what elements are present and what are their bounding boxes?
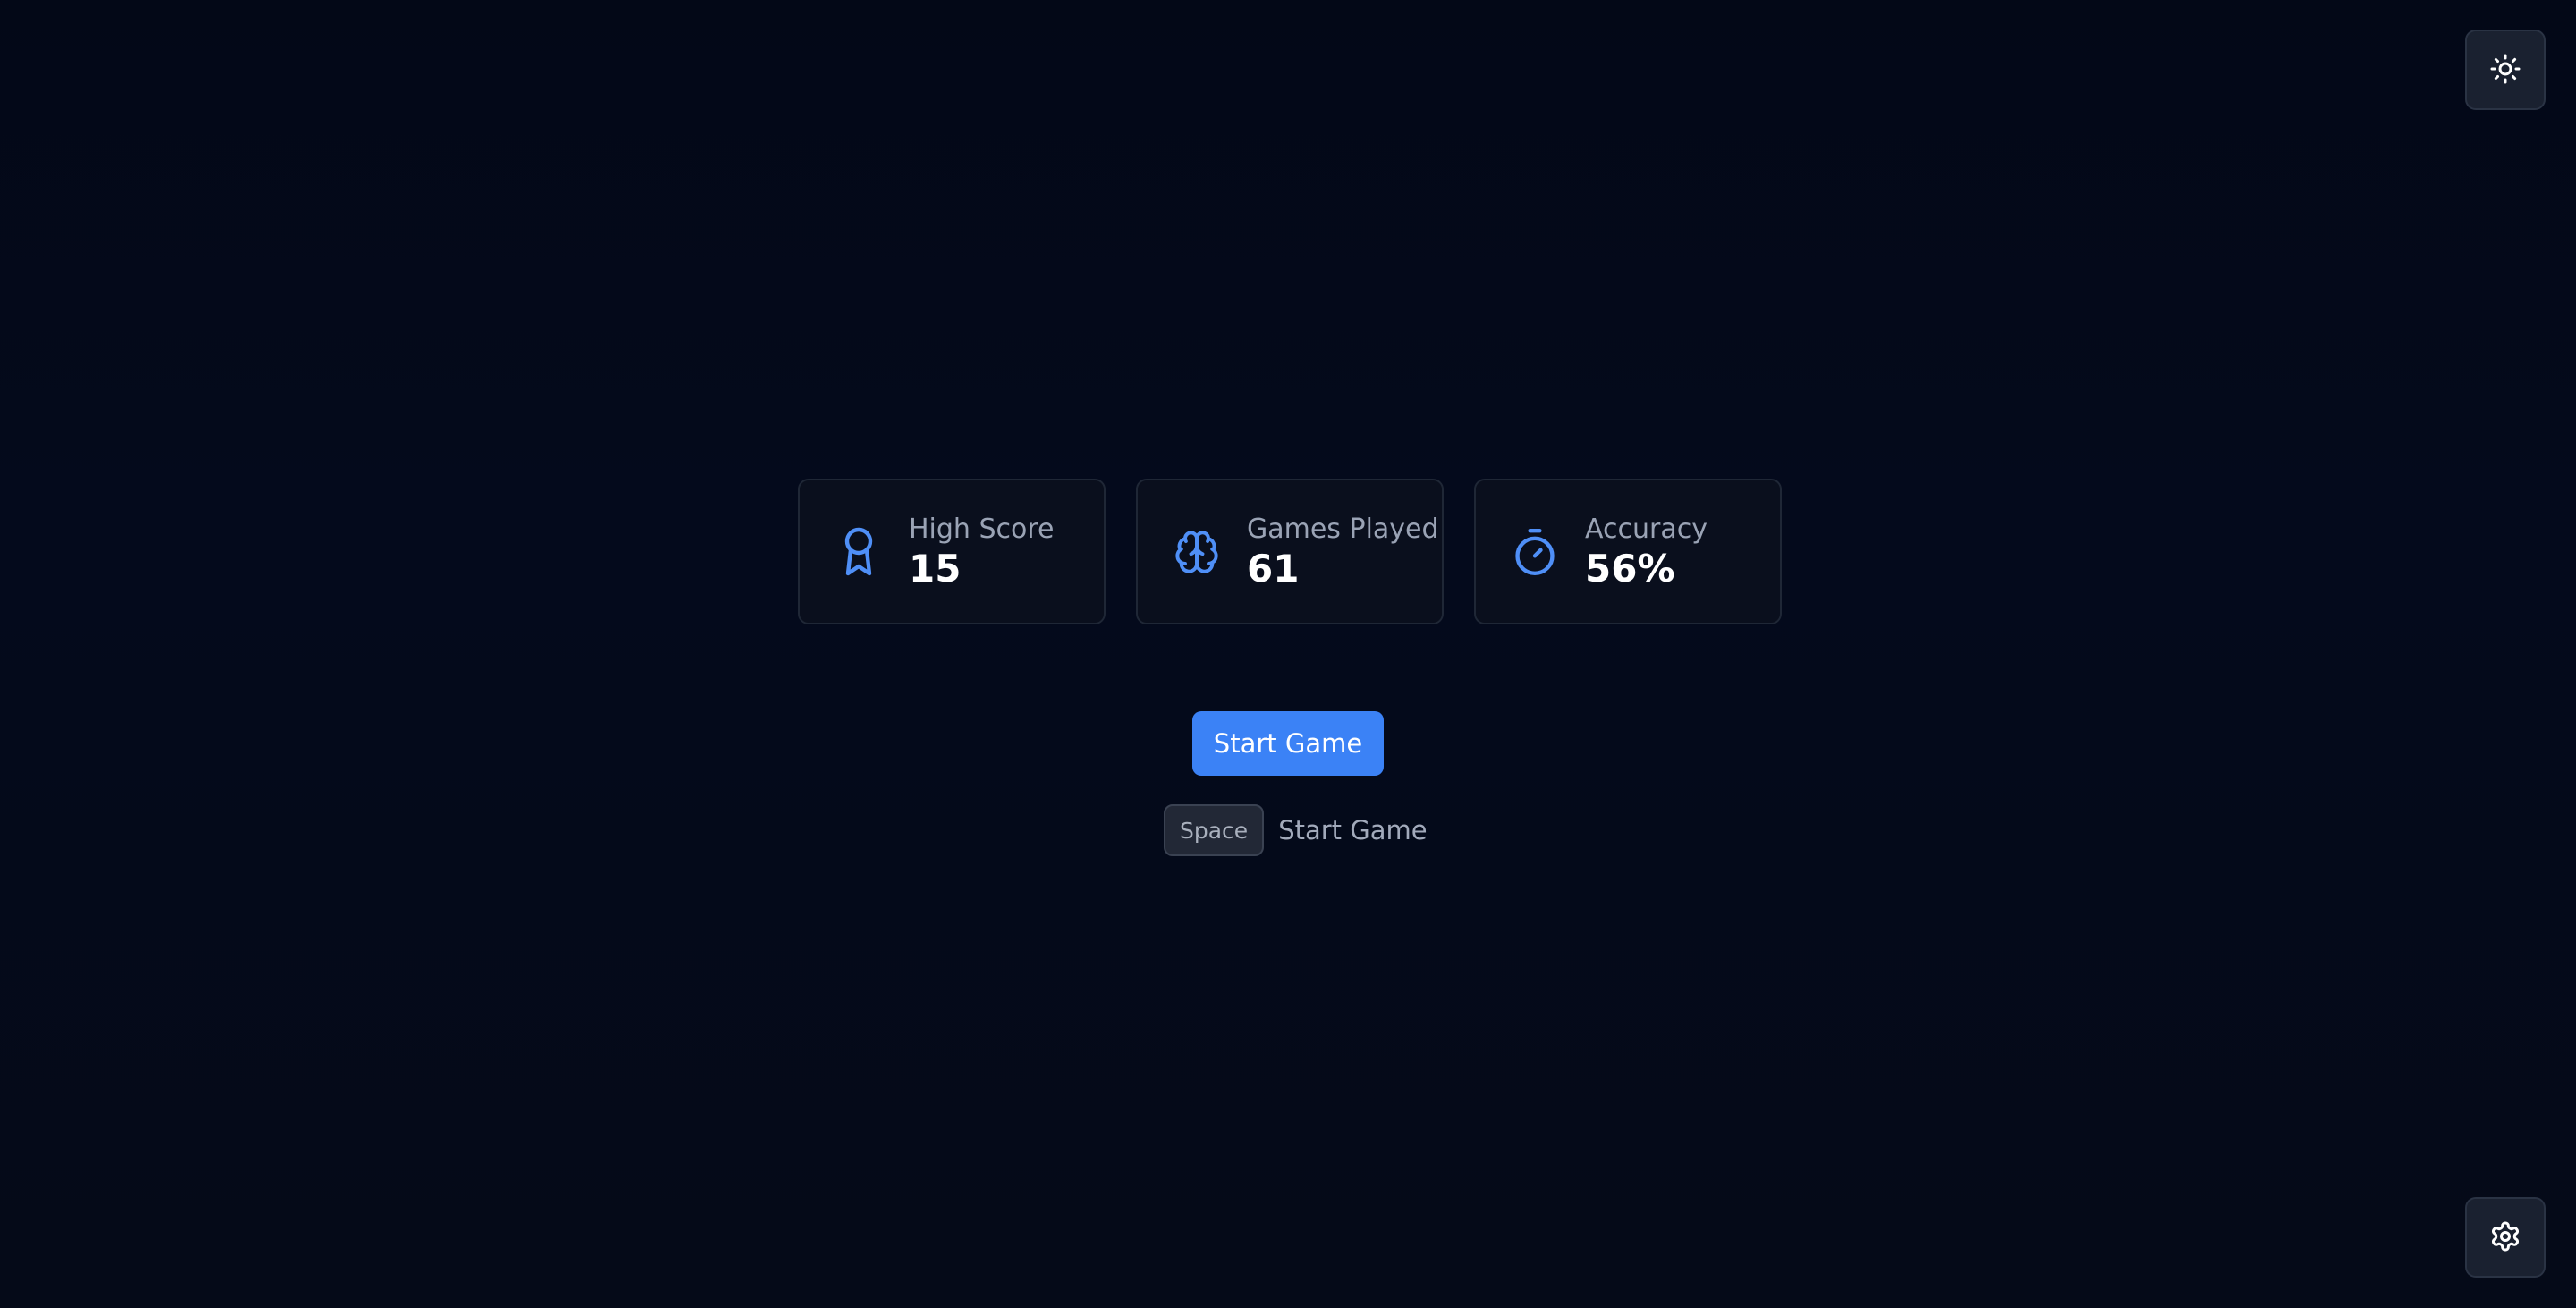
space-key: Space (1164, 804, 1265, 856)
shortcut-label: Start Game (1278, 815, 1428, 845)
award-icon (835, 523, 882, 581)
settings-button[interactable] (2465, 1197, 2546, 1278)
gear-icon (2489, 1220, 2521, 1255)
brain-icon (1174, 523, 1220, 581)
stat-value: 15 (909, 546, 962, 590)
theme-toggle-button[interactable] (2465, 30, 2546, 110)
stat-label: Accuracy (1585, 513, 1707, 545)
stat-card-high-score: High Score 15 (798, 479, 1106, 624)
stat-card-games-played: Games Played 61 (1136, 479, 1444, 624)
stat-card-accuracy: Accuracy 56% (1474, 479, 1782, 624)
stat-label: High Score (909, 513, 1055, 545)
stats-row: High Score 15 Games Played 61 Accuracy 5… (798, 479, 1782, 624)
stat-value: 56% (1585, 546, 1675, 590)
stat-label: Games Played (1247, 513, 1439, 545)
start-game-button[interactable]: Start Game (1192, 711, 1384, 776)
keyboard-shortcut-hint: Space Start Game (1164, 804, 1428, 856)
sun-icon (2489, 53, 2521, 88)
timer-icon (1512, 523, 1558, 581)
stat-value: 61 (1247, 546, 1300, 590)
